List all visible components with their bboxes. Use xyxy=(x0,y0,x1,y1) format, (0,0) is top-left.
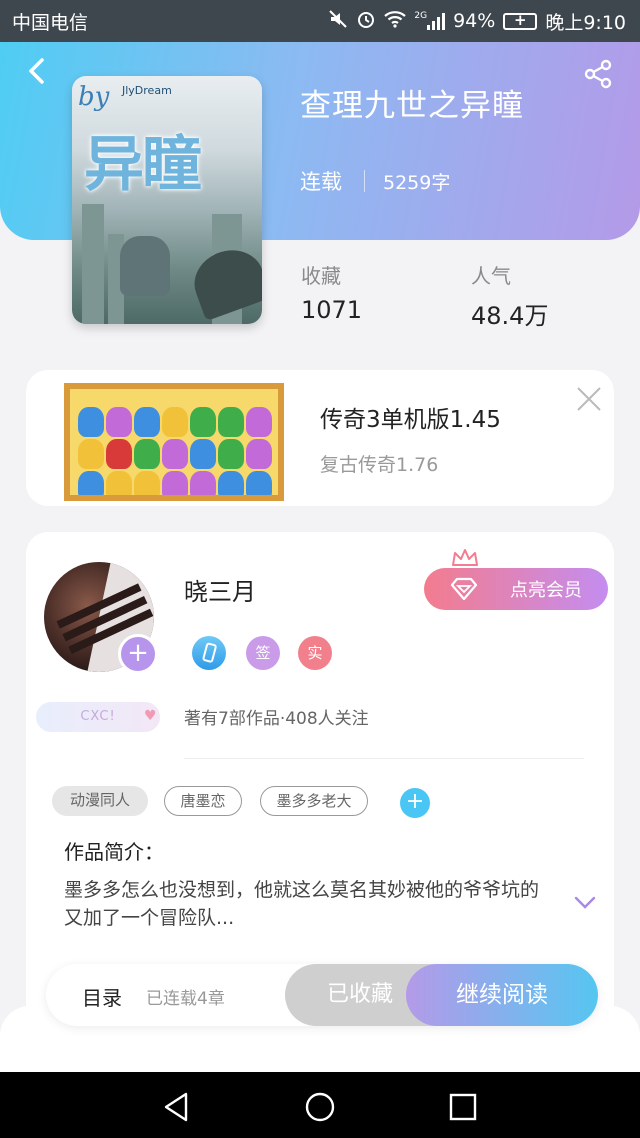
popularity-label: 人气 xyxy=(471,264,511,288)
tag-item[interactable]: 墨多多老大 xyxy=(260,786,368,816)
ad-gem xyxy=(78,439,104,469)
ad-gem xyxy=(106,471,132,495)
ad-gem xyxy=(106,439,132,469)
ad-gem xyxy=(218,439,244,469)
action-bar: 目录 已连载4章 已收藏 继续阅读 xyxy=(46,964,598,1026)
chevron-down-icon[interactable] xyxy=(574,896,596,910)
cover-title-text: 异瞳 xyxy=(84,130,202,200)
diamond-icon xyxy=(450,577,478,601)
ad-gem xyxy=(190,471,216,495)
ad-gem xyxy=(218,471,244,495)
back-arrow-icon xyxy=(29,58,44,84)
continue-reading-button[interactable]: 继续阅读 xyxy=(406,964,598,1026)
back-button[interactable] xyxy=(22,56,52,86)
chapter-count: 已连载4章 xyxy=(146,989,225,1009)
cover-building xyxy=(82,204,104,324)
ad-card[interactable]: 传奇3单机版1.45 复古传奇1.76 xyxy=(26,370,614,506)
alarm-icon xyxy=(356,9,376,33)
ad-image xyxy=(64,383,284,501)
ad-gem xyxy=(134,471,160,495)
close-icon xyxy=(577,387,601,411)
vip-button[interactable]: 点亮会员 xyxy=(424,568,608,610)
ad-gem xyxy=(218,407,244,437)
nav-recents-icon[interactable] xyxy=(446,1090,480,1124)
nav-back-icon[interactable] xyxy=(160,1090,194,1124)
ad-gem xyxy=(246,471,272,495)
divider xyxy=(184,758,584,759)
tag-item[interactable]: 唐墨恋 xyxy=(164,786,242,816)
ad-close-button[interactable] xyxy=(574,384,604,414)
signal-icon xyxy=(427,12,446,30)
author-meta: 著有7部作品·408人关注 xyxy=(184,709,369,729)
phone-badge-icon[interactable] xyxy=(192,636,226,670)
ad-gem-grid xyxy=(78,407,272,495)
crown-icon xyxy=(452,549,478,566)
status-bar: 中国电信 2G 94% 晚上9:10 xyxy=(0,0,640,42)
toc-button[interactable]: 目录 xyxy=(82,982,122,1011)
popularity-value: 48.4万 xyxy=(471,302,549,330)
carrier-label: 中国电信 xyxy=(12,11,89,34)
ad-subtitle: 复古传奇1.76 xyxy=(320,454,439,476)
ad-gem xyxy=(190,407,216,437)
cover-person xyxy=(120,236,170,296)
book-title: 查理九世之异瞳 xyxy=(300,88,524,124)
tag-item[interactable]: 动漫同人 xyxy=(52,786,148,816)
ad-gem xyxy=(134,407,160,437)
word-count: 5259字 xyxy=(383,172,451,194)
nickname-tag: CXC! xyxy=(36,702,160,732)
author-name[interactable]: 晓三月 xyxy=(184,572,256,607)
system-nav-bar xyxy=(0,1072,640,1138)
intro-text: 墨多多怎么也没想到，他就这么莫名其妙被他的爷爷坑的又加了一个冒险队... xyxy=(64,879,540,929)
ad-gem xyxy=(162,407,188,437)
ad-gem xyxy=(162,439,188,469)
ad-gem xyxy=(162,471,188,495)
ad-gem xyxy=(78,407,104,437)
share-button[interactable] xyxy=(582,58,614,90)
verified-badge[interactable]: 实 xyxy=(298,636,332,670)
ad-gem xyxy=(246,407,272,437)
status-icons: 2G 94% 晚上9:10 xyxy=(328,8,626,35)
book-status: 连载 xyxy=(300,170,342,194)
ad-gem xyxy=(190,439,216,469)
ad-gem xyxy=(106,407,132,437)
battery-icon xyxy=(503,11,538,30)
ad-title: 传奇3单机版1.45 xyxy=(320,407,501,433)
wifi-icon xyxy=(384,10,407,32)
ad-gem xyxy=(134,439,160,469)
intro-label: 作品简介： xyxy=(64,840,164,864)
battery-percent: 94% xyxy=(453,10,496,32)
mute-icon xyxy=(328,9,348,33)
cover-by-text: by xyxy=(78,82,110,112)
status-divider xyxy=(364,170,365,192)
nav-home-icon[interactable] xyxy=(303,1090,337,1124)
signed-badge[interactable]: 签 xyxy=(246,636,280,670)
add-tag-button[interactable]: + xyxy=(400,788,430,818)
share-icon xyxy=(584,59,612,89)
book-cover[interactable]: by JlyDream 异瞳 xyxy=(72,76,262,324)
favorites-value: 1071 xyxy=(301,296,363,324)
cover-umbrella xyxy=(185,240,262,322)
cover-en-text: JlyDream xyxy=(122,84,172,97)
vip-label: 点亮会员 xyxy=(510,580,582,601)
clock: 晚上9:10 xyxy=(545,11,626,34)
ad-gem xyxy=(246,439,272,469)
heart-icon: ♥ xyxy=(144,708,157,724)
ad-gem xyxy=(78,471,104,495)
follow-button[interactable]: + xyxy=(118,634,158,674)
network-type: 2G xyxy=(414,11,428,21)
favorites-label: 收藏 xyxy=(301,264,341,288)
